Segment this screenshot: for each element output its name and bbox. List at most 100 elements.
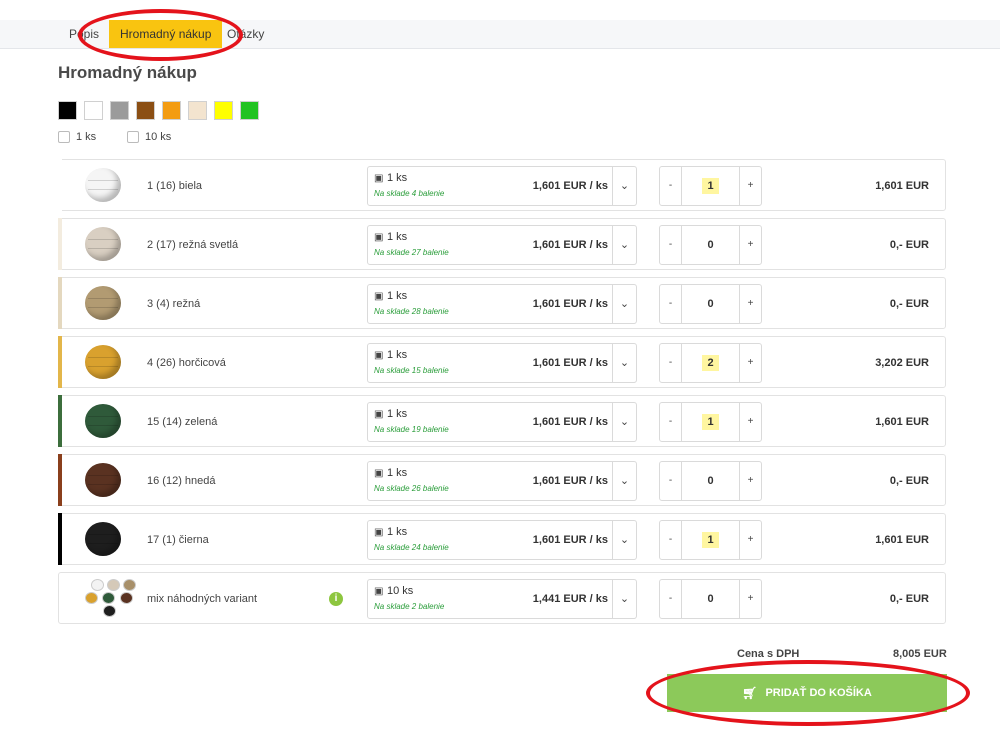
quantity-value: 1 (702, 178, 719, 194)
mini-ball (91, 579, 104, 591)
variant-name: 4 (26) horčicová (147, 357, 226, 369)
decrement-button[interactable]: - (660, 580, 682, 618)
pack-select[interactable]: ▣ 1 ks Na sklade 28 balenie 1,601 EUR / ks ⌄ (367, 284, 637, 324)
checkbox-1ks[interactable] (58, 131, 70, 143)
quantity-value: 0 (707, 593, 714, 605)
yarn-ball (85, 286, 121, 320)
quantity-input[interactable]: 1 (681, 167, 740, 205)
pack-unit: 1 ks (387, 290, 408, 302)
variant-name: 17 (1) čierna (147, 534, 209, 546)
quantity-value: 0 (707, 475, 714, 487)
chevron-down-icon[interactable]: ⌄ (612, 285, 636, 323)
quantity-stepper: - 1 + (659, 166, 762, 206)
unit-price: 1,601 EUR / ks (532, 180, 608, 192)
pack-filter-label: 1 ks (76, 131, 97, 143)
pack-filter-1ks[interactable]: 1 ks (58, 131, 96, 143)
variant-name: 2 (17) režná svetlá (147, 239, 239, 251)
row-total: 0,- EUR (889, 475, 929, 487)
color-swatch[interactable] (188, 101, 207, 120)
row-total: 1,601 EUR (875, 534, 929, 546)
decrement-button[interactable]: - (660, 344, 682, 382)
box-icon: ▣ (374, 586, 384, 597)
variant-row: 17 (1) čierna ▣ 1 ks Na sklade 24 balenie 1,… (58, 513, 946, 565)
pack-select[interactable]: ▣ 1 ks Na sklade 19 balenie 1,601 EUR / ks ⌄ (367, 402, 637, 442)
chevron-down-icon[interactable]: ⌄ (612, 167, 636, 205)
increment-button[interactable]: + (739, 521, 761, 559)
price-with-vat-label: Cena s DPH (737, 648, 800, 660)
variant-row: 15 (14) zelená ▣ 1 ks Na sklade 19 balenie 1… (58, 395, 946, 447)
quantity-value: 0 (707, 298, 714, 310)
mini-ball (102, 592, 115, 604)
yarn-ball (85, 522, 121, 556)
product-thumbnail (83, 168, 123, 204)
color-swatch[interactable] (84, 101, 103, 120)
stock-status: Na sklade 28 balenie (374, 307, 449, 316)
info-icon[interactable]: i (329, 592, 343, 606)
decrement-button[interactable]: - (660, 167, 682, 205)
increment-button[interactable]: + (739, 226, 761, 264)
quantity-input[interactable]: 0 (681, 285, 740, 323)
color-swatch[interactable] (136, 101, 155, 120)
pack-select[interactable]: ▣ 1 ks Na sklade 26 balenie 1,601 EUR / ks ⌄ (367, 461, 637, 501)
increment-button[interactable]: + (739, 403, 761, 441)
quantity-input[interactable]: 1 (681, 403, 740, 441)
decrement-button[interactable]: - (660, 462, 682, 500)
increment-button[interactable]: + (739, 285, 761, 323)
unit-price: 1,601 EUR / ks (532, 475, 608, 487)
increment-button[interactable]: + (739, 462, 761, 500)
quantity-input[interactable]: 0 (681, 462, 740, 500)
increment-button[interactable]: + (739, 580, 761, 618)
quantity-input[interactable]: 1 (681, 521, 740, 559)
pack-unit: 1 ks (387, 231, 408, 243)
chevron-down-icon[interactable]: ⌄ (612, 462, 636, 500)
checkbox-10ks[interactable] (127, 131, 139, 143)
chevron-down-icon[interactable]: ⌄ (612, 521, 636, 559)
highlight-ellipse-tab (78, 9, 243, 61)
pack-select[interactable]: ▣ 10 ks Na sklade 2 balenie 1,441 EUR / ks ⌄ (367, 579, 637, 619)
section-title: Hromadný nákup (58, 63, 197, 82)
pack-select[interactable]: ▣ 1 ks Na sklade 24 balenie 1,601 EUR / ks ⌄ (367, 520, 637, 560)
stock-status: Na sklade 4 balenie (374, 189, 445, 198)
quantity-input[interactable]: 0 (681, 580, 740, 618)
pack-select[interactable]: ▣ 1 ks Na sklade 15 balenie 1,601 EUR / ks ⌄ (367, 343, 637, 383)
color-swatch[interactable] (162, 101, 181, 120)
decrement-button[interactable]: - (660, 226, 682, 264)
box-icon: ▣ (374, 173, 384, 184)
stock-status: Na sklade 27 balenie (374, 248, 449, 257)
quantity-stepper: - 2 + (659, 343, 762, 383)
chevron-down-icon[interactable]: ⌄ (612, 344, 636, 382)
chevron-down-icon[interactable]: ⌄ (612, 226, 636, 264)
row-total: 0,- EUR (889, 593, 929, 605)
variant-row: 2 (17) režná svetlá ▣ 1 ks Na sklade 27 bal… (58, 218, 946, 270)
unit-price: 1,601 EUR / ks (532, 534, 608, 546)
variant-row: mix náhodných variant i ▣ 10 ks Na sklade 2 … (58, 572, 946, 624)
highlight-ellipse-button (646, 660, 970, 726)
quantity-value: 2 (702, 355, 719, 371)
pack-filter-10ks[interactable]: 10 ks (127, 131, 171, 143)
product-thumbnail (83, 286, 123, 322)
chevron-down-icon[interactable]: ⌄ (612, 403, 636, 441)
decrement-button[interactable]: - (660, 285, 682, 323)
color-swatch[interactable] (110, 101, 129, 120)
mini-ball (107, 579, 120, 591)
quantity-input[interactable]: 2 (681, 344, 740, 382)
row-total: 0,- EUR (889, 239, 929, 251)
unit-price: 1,601 EUR / ks (532, 298, 608, 310)
pack-select[interactable]: ▣ 1 ks Na sklade 4 balenie 1,601 EUR / ks ⌄ (367, 166, 637, 206)
pack-unit: 1 ks (387, 172, 408, 184)
pack-select[interactable]: ▣ 1 ks Na sklade 27 balenie 1,601 EUR / ks ⌄ (367, 225, 637, 265)
quantity-stepper: - 0 + (659, 225, 762, 265)
quantity-input[interactable]: 0 (681, 226, 740, 264)
decrement-button[interactable]: - (660, 403, 682, 441)
color-swatch[interactable] (58, 101, 77, 120)
variant-row: 4 (26) horčicová ▣ 1 ks Na sklade 15 baleni… (58, 336, 946, 388)
stock-status: Na sklade 15 balenie (374, 366, 449, 375)
color-swatch[interactable] (240, 101, 259, 120)
increment-button[interactable]: + (739, 167, 761, 205)
increment-button[interactable]: + (739, 344, 761, 382)
variant-name: 16 (12) hnedá (147, 475, 216, 487)
variant-name: 1 (16) biela (147, 180, 203, 192)
chevron-down-icon[interactable]: ⌄ (612, 580, 636, 618)
decrement-button[interactable]: - (660, 521, 682, 559)
color-swatch[interactable] (214, 101, 233, 120)
